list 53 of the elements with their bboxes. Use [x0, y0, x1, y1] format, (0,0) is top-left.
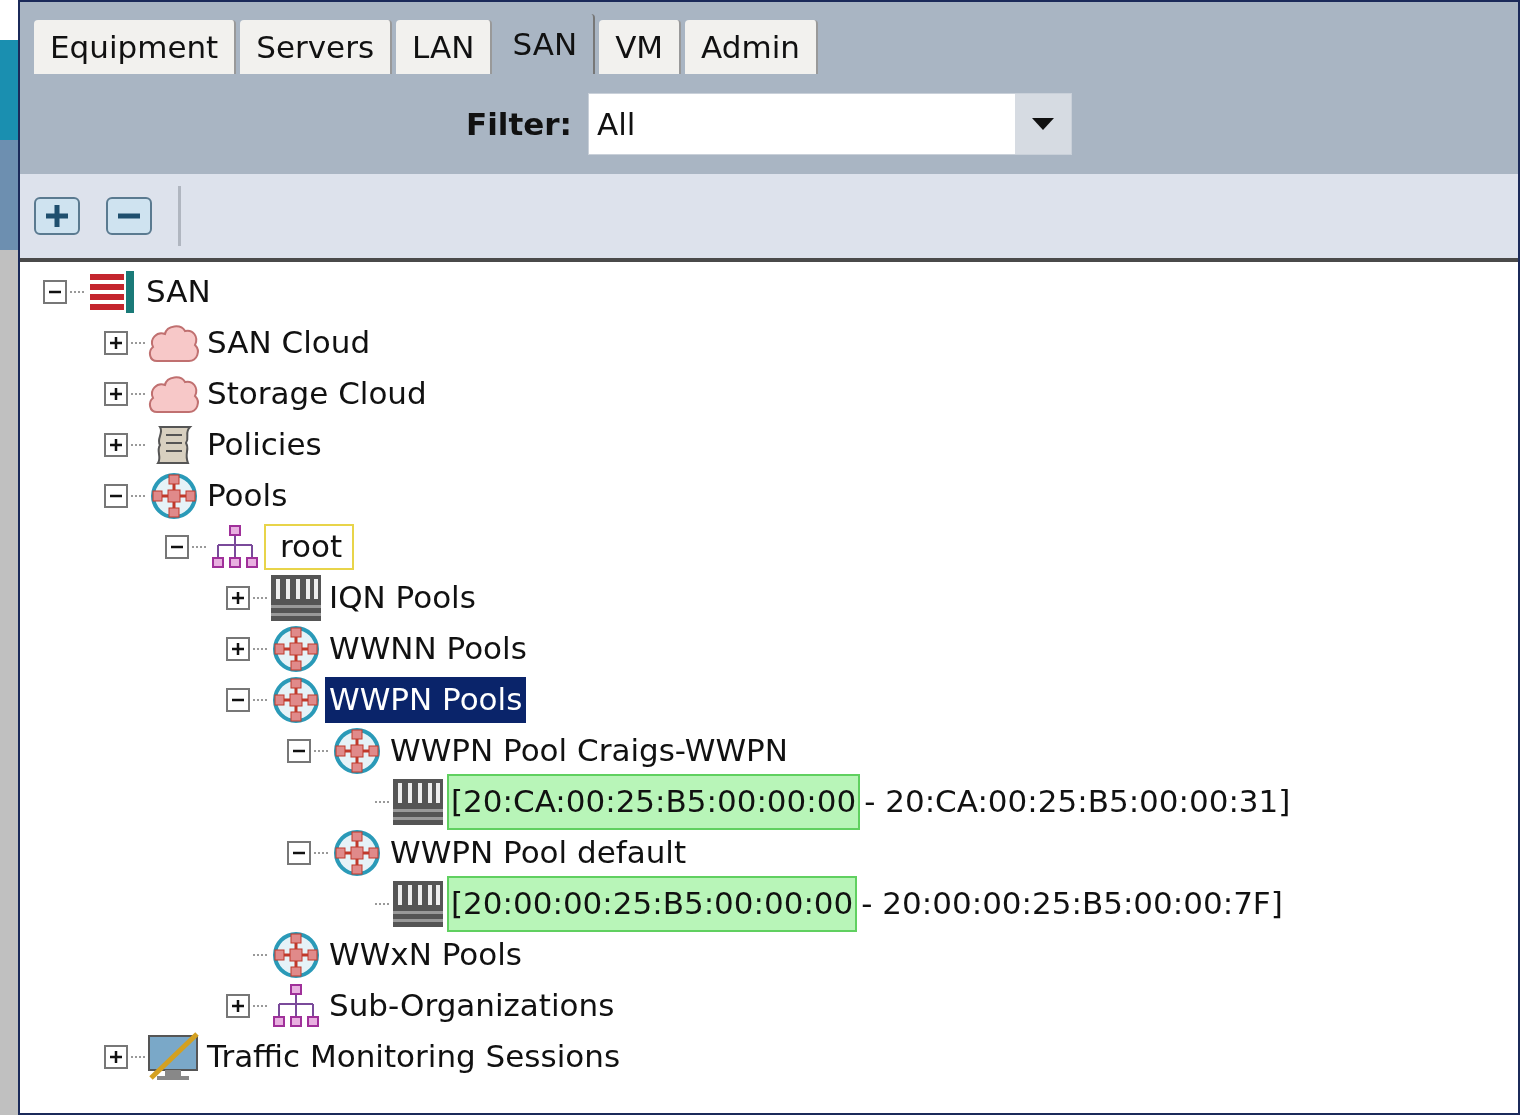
expand-icon[interactable] [104, 381, 128, 406]
range-end-label[interactable]: - 20:00:00:25:B5:00:00:7F] [857, 880, 1287, 927]
tree-item[interactable]: WWPN Pool Craigs-WWPN [386, 727, 792, 774]
pool-icon [272, 675, 320, 724]
monitor-icon [147, 1031, 201, 1082]
pool-icon [333, 726, 381, 775]
hierarchy-icon [271, 983, 321, 1028]
expand-icon[interactable] [104, 432, 128, 457]
tab[interactable]: Servers [240, 20, 393, 74]
tree-item[interactable]: Storage Cloud [203, 370, 431, 417]
server-rack-icon [393, 778, 443, 825]
tab[interactable]: LAN [396, 20, 493, 74]
pool-icon [272, 930, 320, 979]
tree-item[interactable]: WWNN Pools [325, 625, 531, 672]
expand-icon[interactable] [104, 1044, 128, 1069]
expand-icon[interactable] [104, 330, 128, 355]
filter-dropdown[interactable]: All [587, 93, 1072, 155]
tree-item[interactable]: WWPN Pool default [386, 829, 691, 876]
dropdown-caret-icon [1031, 118, 1054, 130]
pool-icon [150, 471, 198, 520]
range-start-highlight: [20:CA:00:25:B5:00:00:00 [447, 773, 861, 830]
tab[interactable]: VM [599, 20, 682, 74]
tree-item[interactable]: Sub-Organizations [325, 982, 619, 1029]
collapse-icon[interactable] [165, 534, 189, 559]
range-end-label[interactable]: - 20:CA:00:25:B5:00:00:31] [860, 778, 1295, 825]
pool-icon [333, 828, 381, 877]
tree-item[interactable]: WWPN Pools [325, 676, 527, 723]
expand-icon[interactable] [226, 585, 250, 610]
tree-item[interactable]: Pools [203, 472, 292, 519]
pool-icon [272, 624, 320, 673]
collapse-icon[interactable] [43, 279, 67, 304]
expand-icon[interactable] [226, 636, 250, 661]
tree-item[interactable]: SAN [142, 268, 215, 315]
collapse-all-icon[interactable] [106, 197, 152, 235]
collapse-icon[interactable] [287, 840, 311, 865]
collapse-icon[interactable] [226, 687, 250, 712]
expand-all-icon[interactable] [34, 197, 80, 235]
range-start-highlight: [20:00:00:25:B5:00:00:00 [447, 875, 858, 932]
tab[interactable]: Equipment [34, 20, 237, 74]
tree-item[interactable]: IQN Pools [325, 574, 480, 621]
filter-label: Filter: [466, 104, 572, 144]
collapse-icon[interactable] [287, 738, 311, 763]
hierarchy-icon [210, 524, 260, 569]
server-rack-icon [393, 880, 443, 927]
tree-item[interactable]: Policies [203, 421, 326, 468]
tree-item[interactable]: WWxN Pools [325, 931, 526, 978]
tree-item[interactable]: root [264, 523, 355, 570]
tree-item[interactable]: Traffic Monitoring Sessions [203, 1033, 625, 1080]
collapse-icon[interactable] [104, 483, 128, 508]
tree-item[interactable]: SAN Cloud [203, 319, 375, 366]
expand-icon[interactable] [226, 993, 250, 1018]
server-rack-icon [271, 574, 321, 621]
tab[interactable]: Admin [685, 20, 818, 74]
